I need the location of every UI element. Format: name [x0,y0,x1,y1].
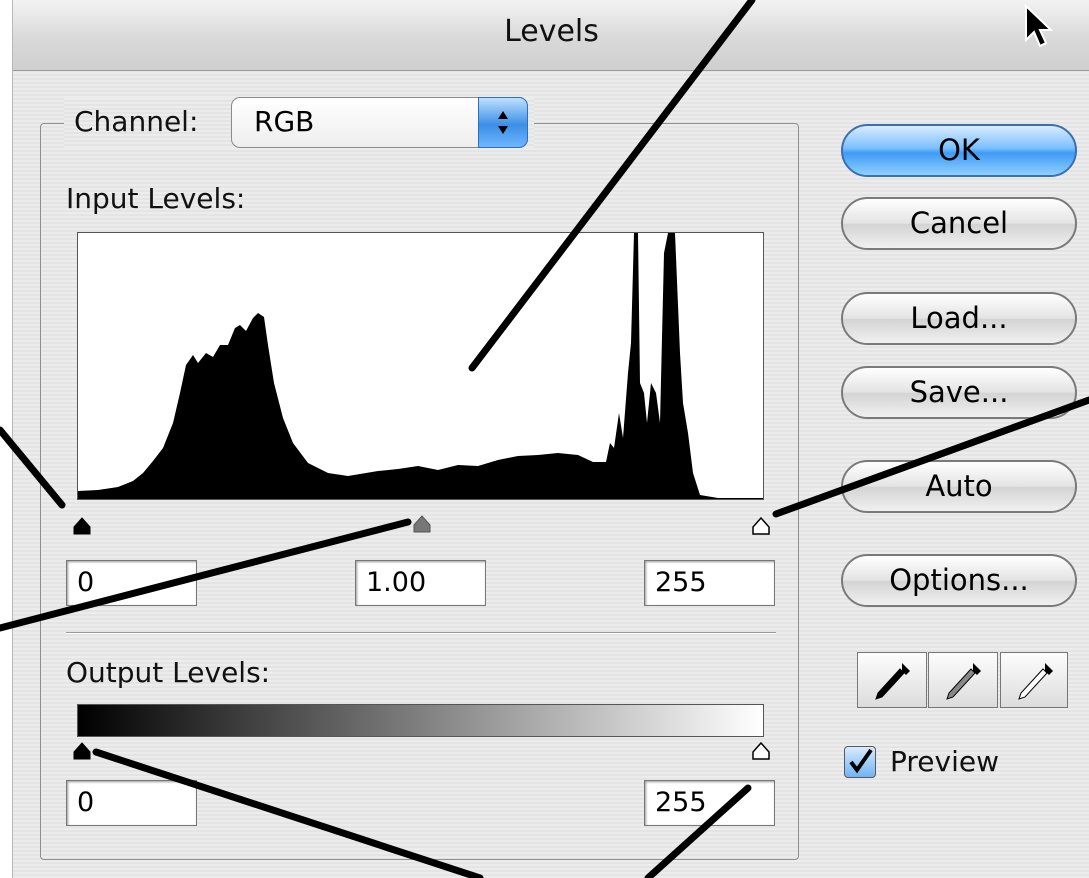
ok-button[interactable]: OK [841,124,1077,177]
checkmark-icon [849,748,873,774]
input-levels-label: Input Levels: [66,182,246,215]
output-levels-label: Output Levels: [66,656,271,689]
white-eyedropper-icon[interactable] [1000,652,1068,708]
updown-arrows-icon[interactable] [478,97,528,148]
cancel-button[interactable]: Cancel [841,197,1077,250]
channel-label: Channel: [74,105,199,138]
section-divider [66,632,776,634]
auto-button[interactable]: Auto [841,460,1077,513]
input-shadow-slider-icon[interactable] [72,514,92,536]
black-eyedropper-icon[interactable] [857,652,927,708]
options-button[interactable]: Options... [841,554,1077,607]
title-bar[interactable]: Levels [13,0,1089,71]
output-highlight-field[interactable]: 255 [644,780,775,826]
window-title: Levels [504,14,599,49]
mouse-pointer-icon [1025,4,1054,48]
output-highlight-slider-icon[interactable] [751,739,771,761]
input-shadow-field[interactable]: 0 [66,560,197,606]
input-gamma-slider-icon[interactable] [412,512,432,534]
histogram-shape [78,233,763,499]
input-highlight-field[interactable]: 255 [644,560,775,606]
output-gradient-bar [77,704,764,737]
output-shadow-slider-icon[interactable] [72,739,92,761]
input-gamma-field[interactable]: 1.00 [355,560,486,606]
preview-label: Preview [890,745,999,778]
load-button[interactable]: Load... [841,292,1077,345]
channel-select[interactable]: RGB [231,97,528,148]
histogram [77,232,764,500]
input-highlight-slider-icon[interactable] [751,514,771,536]
save-button[interactable]: Save... [841,366,1077,419]
output-shadow-field[interactable]: 0 [66,780,197,826]
channel-select-value: RGB [254,105,315,138]
preview-checkbox[interactable] [844,746,876,778]
gray-eyedropper-icon[interactable] [928,652,998,708]
